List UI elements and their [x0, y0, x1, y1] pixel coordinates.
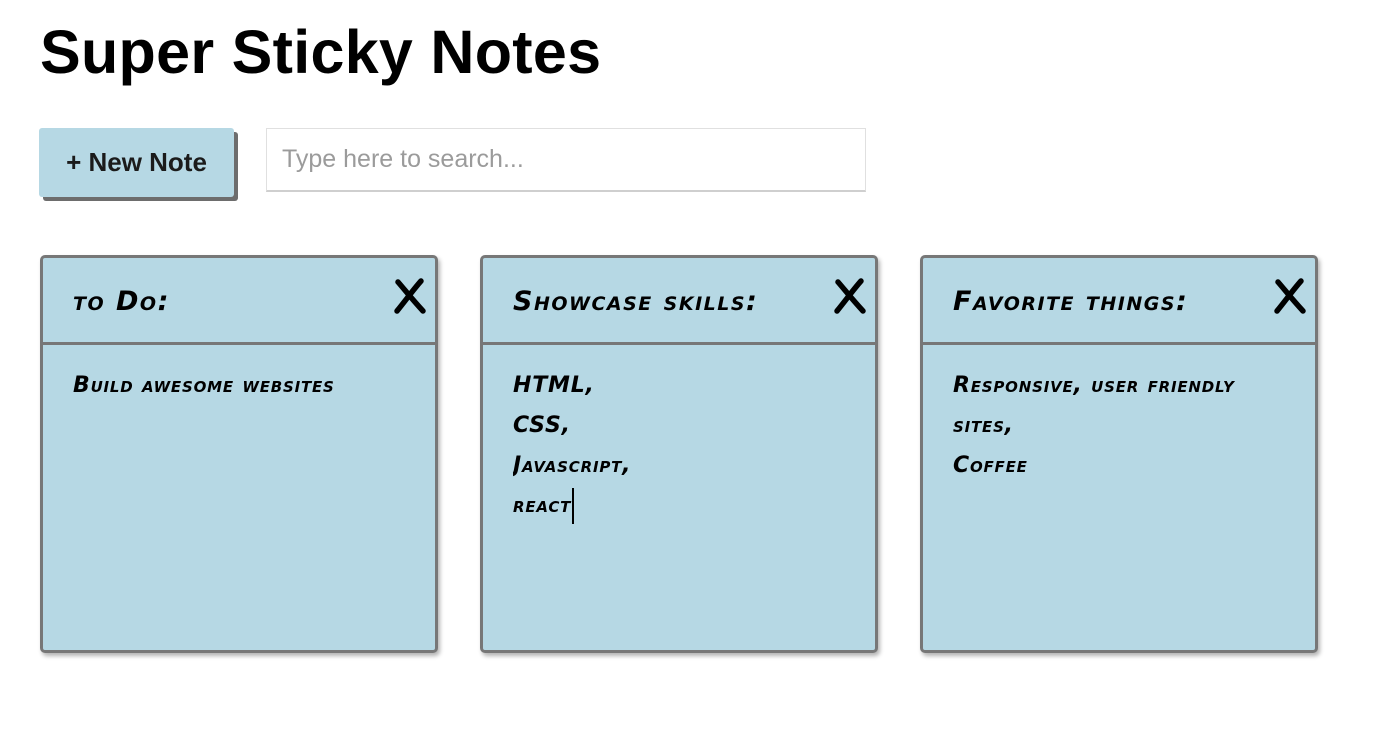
note-body[interactable]: Responsive, user friendly sites, Coffee [953, 366, 1298, 636]
search-input[interactable] [266, 128, 866, 192]
app-title: Super Sticky Notes [40, 18, 602, 86]
note-card: Favorite things: Responsive, user friend… [920, 255, 1318, 653]
note-title[interactable]: Showcase skills: [513, 286, 758, 317]
close-icon[interactable] [1273, 276, 1307, 316]
notes-list: to Do: Build awesome websites Showcase s… [40, 255, 1340, 655]
note-title[interactable]: Favorite things: [953, 286, 1188, 317]
controls-bar: + New Note [39, 128, 879, 198]
text-caret [572, 488, 574, 524]
note-header: Showcase skills: [483, 258, 875, 345]
close-icon[interactable] [393, 276, 427, 316]
note-header: Favorite things: [923, 258, 1315, 345]
app-root: Super Sticky Notes + New Note to Do: Bui… [0, 0, 1385, 730]
note-body[interactable]: Build awesome websites [73, 366, 418, 636]
new-note-button[interactable]: + New Note [39, 128, 234, 197]
note-body[interactable]: HTML, CSS, Javascript, react [513, 366, 858, 636]
note-card: Showcase skills: HTML, CSS, Javascript, … [480, 255, 878, 653]
close-icon[interactable] [833, 276, 867, 316]
note-title[interactable]: to Do: [73, 286, 170, 317]
note-header: to Do: [43, 258, 435, 345]
note-card: to Do: Build awesome websites [40, 255, 438, 653]
